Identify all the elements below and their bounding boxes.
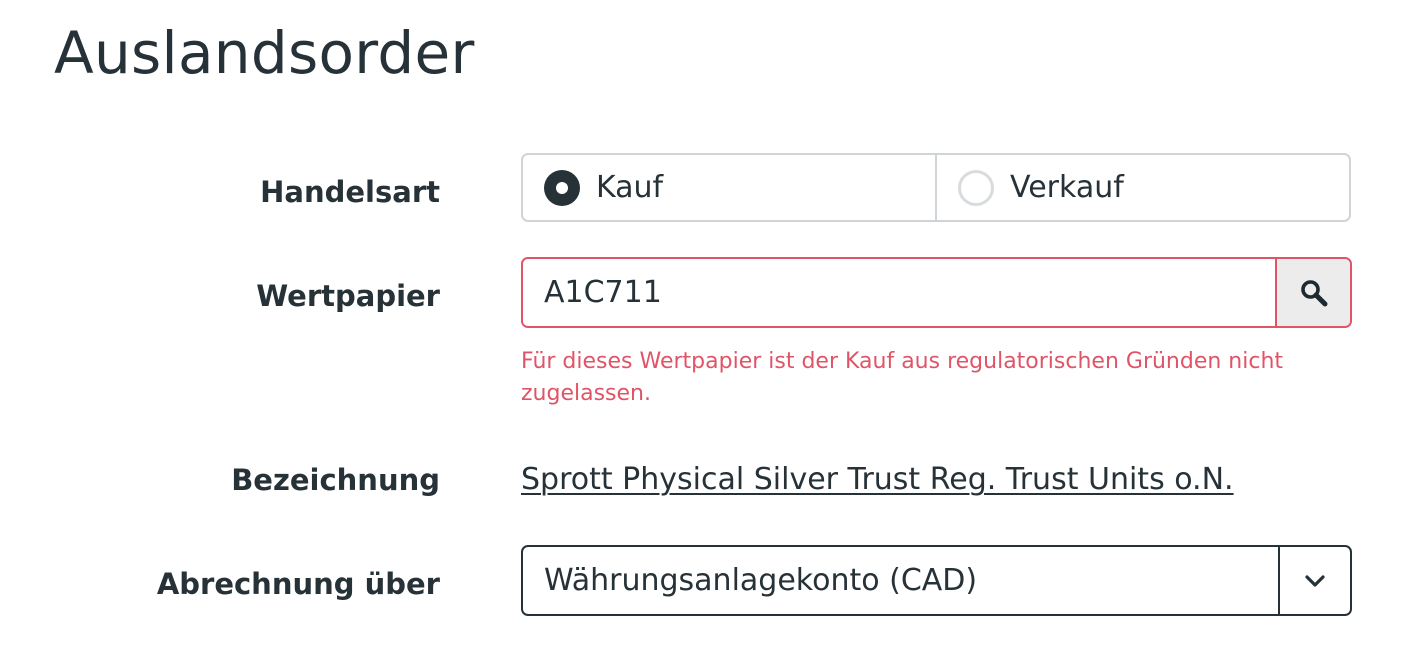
trade-type-option-buy[interactable]: Kauf xyxy=(523,155,935,220)
trade-type-selector: Kauf Verkauf xyxy=(521,153,1351,222)
search-icon xyxy=(1300,279,1327,306)
trade-type-label: Handelsart xyxy=(260,175,440,209)
page-title: Auslandsorder xyxy=(54,19,475,87)
radio-unchecked-icon xyxy=(958,169,994,206)
trade-type-option-label: Verkauf xyxy=(1010,170,1124,205)
security-error-message: Für dieses Wertpapier ist der Kauf aus r… xyxy=(521,349,1284,406)
name-label: Bezeichnung xyxy=(231,463,440,497)
settlement-select[interactable]: Währungsanlagekonto (CAD) xyxy=(521,545,1352,616)
trade-type-option-label: Kauf xyxy=(596,170,664,205)
radio-checked-icon xyxy=(544,169,580,206)
settlement-label: Abrechnung über xyxy=(156,567,440,601)
search-button[interactable] xyxy=(1275,259,1350,326)
dropdown-toggle[interactable] xyxy=(1278,547,1350,614)
trade-type-option-sell[interactable]: Verkauf xyxy=(935,155,1349,220)
security-label: Wertpapier xyxy=(256,279,440,313)
security-input[interactable] xyxy=(523,259,1275,326)
security-search xyxy=(521,257,1352,328)
chevron-down-icon xyxy=(1305,574,1325,587)
security-name-link[interactable]: Sprott Physical Silver Trust Reg. Trust … xyxy=(521,460,1234,500)
settlement-selected-value: Währungsanlagekonto (CAD) xyxy=(544,563,978,598)
